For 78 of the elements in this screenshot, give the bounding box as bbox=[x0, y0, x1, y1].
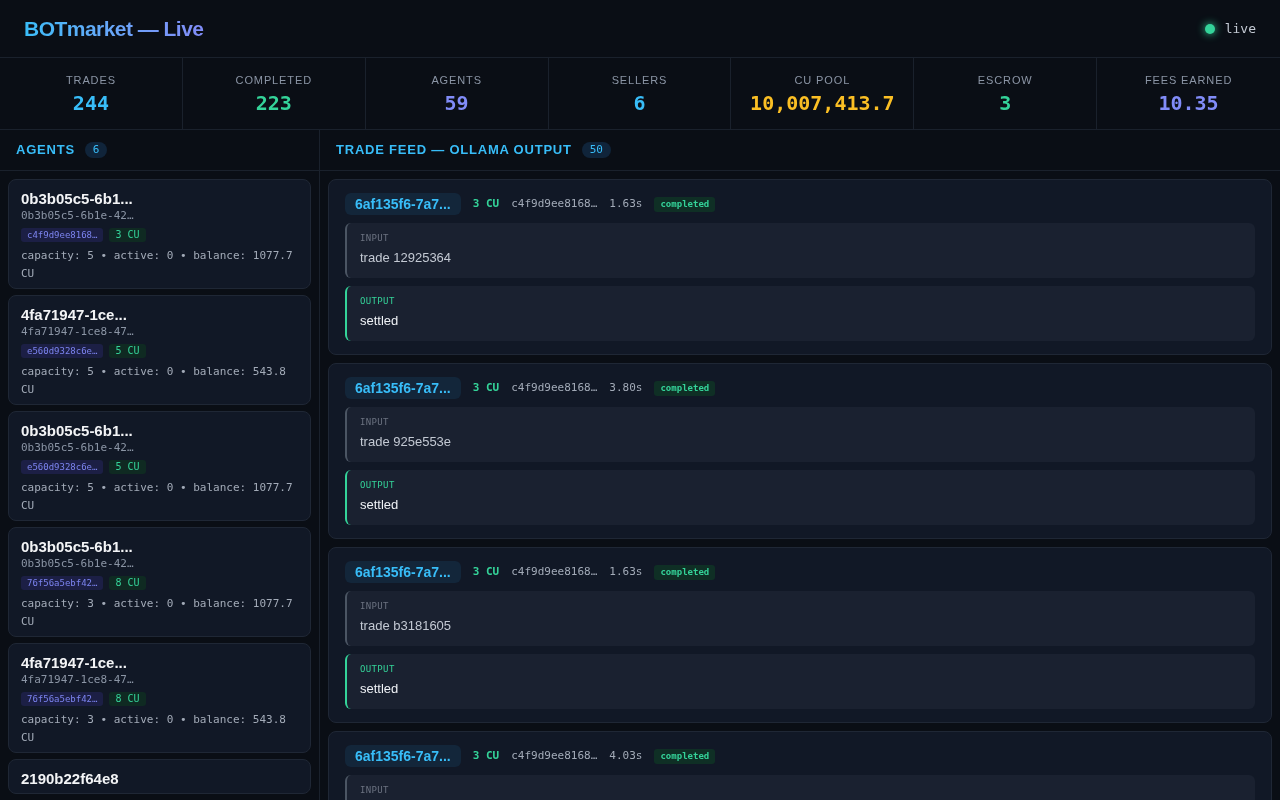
output-text: settled bbox=[360, 496, 400, 514]
stat-label: CU POOL bbox=[794, 73, 851, 88]
trade-price: 3 CU bbox=[472, 563, 500, 580]
price-tag: 5 CU bbox=[109, 344, 146, 358]
stat-label: COMPLETED bbox=[235, 73, 312, 88]
stat-label: ESCROW bbox=[977, 73, 1033, 88]
trade-hash: c4f9d9ee8168… bbox=[511, 195, 598, 212]
agent-name: 0b3b05c5-6b1... bbox=[21, 189, 134, 208]
hash-tag: 76f56a5ebf42… bbox=[21, 576, 104, 590]
input-label: INPUT bbox=[360, 417, 390, 428]
stat-label: TRADES bbox=[65, 73, 116, 88]
stat-value: 10.35 bbox=[1158, 91, 1219, 115]
hash-tag: c4f9d9ee8168… bbox=[21, 228, 104, 242]
agent-name: 0b3b05c5-6b1... bbox=[21, 421, 134, 440]
input-label: INPUT bbox=[360, 601, 390, 612]
stat-value: 10,007,413.7 bbox=[750, 91, 895, 115]
agent-stats: capacity: 3 • active: 0 • balance: 543.8 CU bbox=[21, 712, 287, 746]
status-badge: completed bbox=[654, 564, 716, 580]
trade-hash: c4f9d9ee8168… bbox=[511, 563, 598, 580]
trade-id-pill: 6af135f6-7a7... bbox=[345, 745, 461, 767]
agent-stats: capacity: 3 • active: 0 • balance: 1077.7 CU bbox=[21, 596, 294, 630]
output-label: OUTPUT bbox=[360, 296, 396, 307]
input-text: trade b3181605 bbox=[360, 617, 453, 635]
status-badge: completed bbox=[654, 380, 716, 396]
trade-id-pill: 6af135f6-7a7... bbox=[345, 561, 461, 583]
agent-stats: capacity: 5 • active: 0 • balance: 1077.7 CU bbox=[21, 248, 294, 282]
agent-id: 0b3b05c5-6b1e-42… bbox=[21, 208, 135, 224]
stat-label: SELLERS bbox=[611, 73, 668, 88]
panel-title: AGENTS bbox=[16, 141, 75, 160]
stat-value: 6 bbox=[633, 91, 646, 115]
trade-duration: 1.63s bbox=[609, 195, 643, 212]
price-tag: 8 CU bbox=[109, 692, 146, 706]
stat-value: 223 bbox=[255, 91, 292, 115]
hash-tag: e560d9328c6e… bbox=[21, 460, 104, 474]
trade-hash: c4f9d9ee8168… bbox=[511, 379, 598, 396]
trade-id-pill: 6af135f6-7a7... bbox=[345, 193, 461, 215]
status-badge: completed bbox=[654, 196, 716, 212]
trade-duration: 3.80s bbox=[609, 379, 643, 396]
output-label: OUTPUT bbox=[360, 480, 396, 491]
trade-duration: 4.03s bbox=[609, 747, 643, 764]
agent-id: 0b3b05c5-6b1e-42… bbox=[21, 556, 135, 572]
agent-id: 0b3b05c5-6b1e-42… bbox=[21, 440, 135, 456]
trade-id-pill: 6af135f6-7a7... bbox=[345, 377, 461, 399]
hash-tag: e560d9328c6e… bbox=[21, 344, 104, 358]
output-text: settled bbox=[360, 680, 400, 698]
agent-stats: capacity: 5 • active: 0 • balance: 1077.7 CU bbox=[21, 480, 294, 514]
input-text: trade 925e553e bbox=[360, 433, 453, 451]
price-tag: 3 CU bbox=[109, 228, 146, 242]
agent-id: 4fa71947-1ce8-47… bbox=[21, 672, 135, 688]
agent-name: 2190b22f64e8 bbox=[21, 769, 120, 788]
price-tag: 8 CU bbox=[109, 576, 146, 590]
agent-id: 4fa71947-1ce8-47… bbox=[21, 324, 135, 340]
input-text: trade 12925364 bbox=[360, 249, 453, 267]
trade-hash: c4f9d9ee8168… bbox=[511, 747, 598, 764]
input-label: INPUT bbox=[360, 233, 390, 244]
output-label: OUTPUT bbox=[360, 664, 396, 675]
stat-value: 59 bbox=[444, 91, 469, 115]
count-badge: 50 bbox=[581, 142, 611, 158]
agent-name: 0b3b05c5-6b1... bbox=[21, 537, 134, 556]
agent-name: 4fa71947-1ce... bbox=[21, 305, 128, 324]
stat-value: 244 bbox=[72, 91, 109, 115]
hash-tag: 76f56a5ebf42… bbox=[21, 692, 104, 706]
status-badge: completed bbox=[654, 748, 716, 764]
trade-price: 3 CU bbox=[472, 379, 500, 396]
input-label: INPUT bbox=[360, 785, 390, 796]
stat-label: AGENTS bbox=[431, 73, 482, 88]
stat-label: FEES EARNED bbox=[1144, 73, 1233, 88]
panel-title: TRADE FEED — OLLAMA OUTPUT bbox=[336, 141, 572, 160]
trade-duration: 1.63s bbox=[609, 563, 643, 580]
stat-value: 3 bbox=[999, 91, 1012, 115]
agent-stats: capacity: 5 • active: 0 • balance: 543.8 CU bbox=[21, 364, 287, 398]
price-tag: 5 CU bbox=[109, 460, 146, 474]
count-badge: 6 bbox=[84, 142, 108, 158]
agent-name: 4fa71947-1ce... bbox=[21, 653, 128, 672]
trade-price: 3 CU bbox=[472, 195, 500, 212]
output-text: settled bbox=[360, 312, 400, 330]
trade-price: 3 CU bbox=[472, 747, 500, 764]
status-label: live bbox=[1224, 19, 1256, 38]
